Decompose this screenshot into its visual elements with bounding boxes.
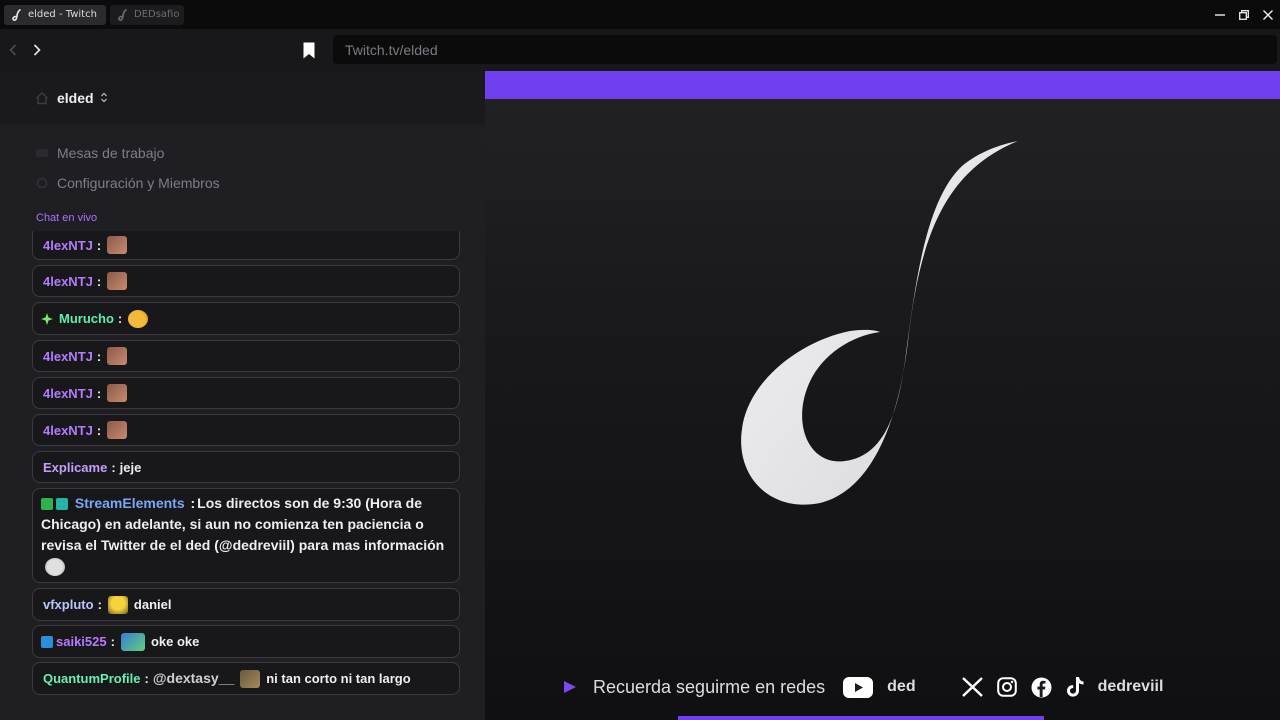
app-logo-icon	[12, 8, 21, 21]
emote-icon	[128, 309, 149, 328]
chat-message: vfxpluto : daniel	[32, 588, 460, 621]
chat-username[interactable]: vfxpluto	[43, 594, 94, 615]
chat-username[interactable]: Murucho	[59, 308, 114, 329]
chat-message: 4lexNTJ :	[32, 265, 460, 297]
bot-badge-icon	[56, 498, 68, 511]
url-bar[interactable]: Twitch.tv/elded	[333, 35, 1277, 64]
workspace-selector[interactable]: elded	[0, 71, 485, 124]
restore-icon	[1239, 9, 1249, 20]
chat-message: 4lexNTJ :	[32, 340, 460, 372]
tiktok-icon[interactable]	[1066, 677, 1084, 697]
play-icon	[564, 681, 576, 693]
chat-message: QuantumProfile : @dextasy__ ni tan corto…	[32, 662, 460, 695]
tab-elded-twitch[interactable]: elded - Twitch	[4, 4, 106, 25]
emote-icon	[107, 236, 128, 254]
facebook-icon[interactable]	[1031, 677, 1052, 698]
chat-message: Murucho :	[32, 302, 460, 335]
chat-username[interactable]: 4lexNTJ	[43, 420, 93, 441]
chat-message: 4lexNTJ :	[32, 377, 460, 409]
navigation-bar: Twitch.tv/elded	[0, 29, 1280, 71]
ded-logo	[741, 141, 1018, 505]
chat-message: 4lexNTJ :	[32, 231, 460, 260]
emote-icon	[107, 272, 128, 290]
chat-username[interactable]: 4lexNTJ	[43, 346, 93, 367]
sidebar-item-settings[interactable]: Configuración y Miembros	[0, 168, 485, 198]
x-icon[interactable]	[961, 677, 983, 697]
window-controls	[1208, 0, 1280, 29]
badge-plus-icon	[41, 312, 53, 325]
emote-icon	[120, 632, 145, 651]
chat-section-label: Chat en vivo	[36, 212, 98, 224]
title-bar: elded - Twitch DEDsafio	[0, 0, 1280, 29]
emote-icon	[107, 384, 128, 402]
back-button[interactable]	[2, 35, 24, 65]
chat-mention[interactable]: @dextasy__	[153, 668, 234, 689]
stream-top-banner	[485, 71, 1280, 99]
chevron-right-icon	[33, 44, 41, 56]
settings-icon	[36, 177, 48, 189]
chat-message: 4lexNTJ :	[32, 414, 460, 446]
chat-text: oke oke	[150, 634, 200, 649]
tab-dedsafio[interactable]: DEDsafio	[110, 4, 184, 25]
chat-username[interactable]: 4lexNTJ	[43, 383, 93, 404]
emote-icon	[240, 669, 261, 688]
chevron-left-icon	[9, 44, 17, 56]
chat-username[interactable]: Explicame	[43, 457, 107, 478]
chat-list[interactable]: 4lexNTJ : 4lexNTJ : Murucho : 4lexNTJ : …	[32, 231, 460, 700]
chat-message: Explicame : jeje	[32, 451, 460, 483]
stream-progress-bar	[678, 716, 1044, 720]
emote-icon	[107, 595, 128, 614]
bookmark-icon	[303, 42, 315, 58]
sidebar: elded Mesas de trabajo Configuración y M…	[0, 71, 485, 720]
social-handle: dedreviil	[1097, 678, 1164, 695]
chat-username[interactable]: 4lexNTJ	[43, 235, 93, 256]
instagram-icon[interactable]	[996, 677, 1017, 697]
emote-icon	[45, 558, 65, 577]
chat-message: saiki525 : oke oke	[32, 625, 460, 658]
tab-label: elded - Twitch	[28, 9, 97, 20]
emote-icon	[107, 421, 128, 439]
close-button[interactable]	[1256, 0, 1280, 29]
moderator-badge-icon	[41, 498, 53, 511]
url-text: Twitch.tv/elded	[345, 41, 438, 58]
close-icon	[1263, 9, 1273, 20]
youtube-handle: ded	[887, 678, 916, 695]
app-logo-icon	[118, 8, 127, 21]
emote-icon	[107, 347, 128, 365]
home-icon	[36, 91, 48, 104]
chat-text: daniel	[133, 597, 172, 612]
chat-username[interactable]: QuantumProfile	[43, 668, 141, 689]
chat-username[interactable]: saiki525	[56, 631, 107, 652]
chat-text: ni tan corto ni tan largo	[266, 671, 411, 686]
chat-text: jeje	[119, 459, 142, 475]
social-bar: Recuerda seguirme en redes ded dedreviil	[563, 673, 1163, 701]
chat-username[interactable]: 4lexNTJ	[43, 271, 93, 292]
youtube-icon[interactable]	[843, 676, 874, 698]
sidebar-item-label: Configuración y Miembros	[57, 175, 220, 191]
restore-button[interactable]	[1232, 0, 1256, 29]
stream-player[interactable]: Recuerda seguirme en redes ded dedreviil	[485, 71, 1280, 720]
table-icon	[36, 149, 48, 157]
sidebar-item-label: Mesas de trabajo	[57, 145, 165, 161]
sidebar-menu: Mesas de trabajo Configuración y Miembro…	[0, 124, 485, 198]
workspace-name: elded	[57, 89, 94, 106]
chat-message: StreamElements : Los directos son de 9:30…	[32, 488, 460, 583]
social-prompt: Recuerda seguirme en redes	[593, 676, 826, 697]
bookmark-button[interactable]	[301, 39, 317, 61]
sidebar-item-workbenches[interactable]: Mesas de trabajo	[0, 138, 485, 168]
chevron-updown-icon	[100, 92, 107, 103]
forward-button[interactable]	[26, 35, 48, 65]
tab-label: DEDsafio	[134, 9, 180, 20]
minimize-button[interactable]	[1208, 0, 1232, 29]
minimize-icon	[1215, 13, 1225, 16]
chat-username[interactable]: StreamElements	[75, 495, 185, 511]
prime-badge-icon	[41, 635, 53, 648]
